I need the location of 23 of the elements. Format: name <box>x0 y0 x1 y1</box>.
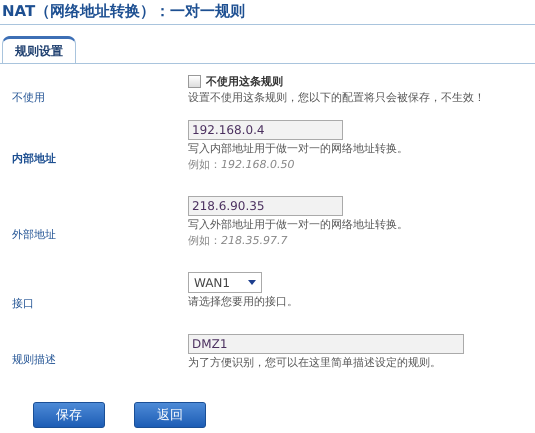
back-button[interactable]: 返回 <box>134 402 206 428</box>
field-label: 内部地址 <box>11 150 57 166</box>
hint-text: 请选择您要用的接口。 <box>188 294 299 309</box>
checkbox-icon <box>188 75 201 88</box>
field-label: 规则描述 <box>11 352 57 366</box>
input-field[interactable]: 192.168.0.4 <box>188 120 343 140</box>
save-button[interactable]: 保存 <box>33 402 105 428</box>
hint-text: 写入内部地址用于做一对一的网络地址转换。 <box>188 141 409 156</box>
caret-icon <box>248 280 256 285</box>
example-text: 例如：218.35.97.7 <box>188 233 288 248</box>
hint-text: 设置不使用这条规则，您以下的配置将只会被保存，不生效！ <box>188 90 486 105</box>
input-field[interactable]: DMZ1 <box>188 334 464 354</box>
field-label: 接口 <box>11 296 35 310</box>
hint-text: 写入外部地址用于做一对一的网络地址转换。 <box>188 217 409 232</box>
example-text: 例如：192.168.0.50 <box>188 157 296 172</box>
disable-rule-checkbox[interactable]: 不使用这条规则 <box>188 74 535 89</box>
input-field[interactable]: 218.6.90.35 <box>188 196 343 216</box>
page-title: NAT（网络地址转换）：一对一规则 <box>0 0 535 25</box>
field-label: 外部地址 <box>11 226 57 242</box>
tab[interactable]: 规则设置 <box>2 36 76 63</box>
interface-dropdown[interactable]: WAN1 <box>188 272 262 293</box>
hint-text: 为了方便识别，您可以在这里简单描述设定的规则。 <box>188 355 442 370</box>
field-label: 不使用 <box>11 90 46 104</box>
